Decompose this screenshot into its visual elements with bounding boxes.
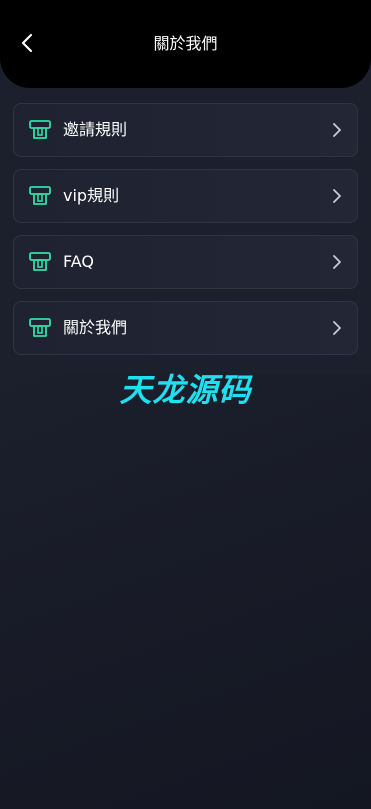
chevron-right-icon (333, 321, 341, 335)
ticket-icon (29, 120, 51, 139)
chevron-right-icon (333, 123, 341, 137)
top-bar: 關於我們 (0, 0, 371, 88)
menu-item-label: FAQ (63, 252, 94, 271)
menu-item-label: 邀請規則 (63, 120, 128, 139)
menu-item-about-us[interactable]: 關於我們 (13, 301, 358, 355)
chevron-right-icon (333, 189, 341, 203)
menu-item-label: vip規則 (63, 186, 120, 205)
ticket-icon (29, 252, 51, 271)
watermark-text: 天龙源码 (119, 371, 252, 409)
menu-list: 邀請規則 vip規則 FAQ 關於我們 (13, 103, 358, 367)
ticket-icon (29, 318, 51, 337)
menu-item-label: 關於我們 (63, 318, 128, 337)
chevron-right-icon (333, 255, 341, 269)
ticket-icon (29, 186, 51, 205)
menu-item-faq[interactable]: FAQ (13, 235, 358, 289)
menu-item-vip-rules[interactable]: vip規則 (13, 169, 358, 223)
menu-item-invite-rules[interactable]: 邀請規則 (13, 103, 358, 157)
page-title: 關於我們 (153, 34, 218, 53)
